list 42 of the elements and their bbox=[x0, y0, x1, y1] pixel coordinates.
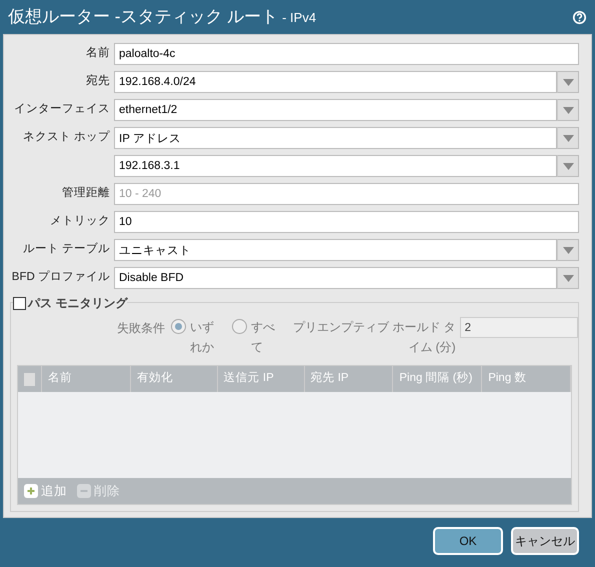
field-label: 名前 bbox=[85, 46, 111, 62]
field-label: ルート テーブル bbox=[22, 242, 111, 258]
field-label: BFD プロファイル bbox=[10, 269, 111, 286]
input-field[interactable]: paloalto-4c bbox=[114, 43, 579, 65]
dropdown-button[interactable] bbox=[557, 127, 579, 149]
input-field[interactable]: 10 bbox=[114, 211, 579, 233]
dropdown-button[interactable] bbox=[557, 155, 579, 177]
dropdown-field[interactable]: Disable BFD bbox=[114, 267, 557, 289]
dropdown-arrow-icon bbox=[562, 162, 574, 170]
dropdown-field[interactable]: ethernet1/2 bbox=[114, 99, 557, 121]
dropdown-button[interactable] bbox=[557, 99, 579, 121]
field-label: イム (分) bbox=[408, 339, 456, 356]
radio-label: いずれか bbox=[190, 319, 215, 356]
field-label: プリエンプティブ ホールド タ bbox=[293, 319, 456, 336]
dropdown-button[interactable] bbox=[557, 267, 579, 289]
dropdown-button[interactable] bbox=[557, 239, 579, 261]
field-label: ネクスト ホップ bbox=[22, 129, 111, 146]
dropdown-field[interactable]: 192.168.4.0/24 bbox=[114, 71, 557, 93]
minus-icon bbox=[77, 484, 91, 498]
ok-button[interactable]: OK bbox=[433, 527, 503, 555]
input-field[interactable]: 10 - 240 bbox=[114, 183, 579, 205]
section-title: パス モニタリング bbox=[28, 295, 128, 312]
window-subtitle: - IPv4 bbox=[282, 9, 316, 28]
radio-label: すべて bbox=[251, 319, 276, 356]
cancel-button[interactable]: キャンセル bbox=[511, 527, 579, 555]
dropdown-field[interactable]: IP アドレス bbox=[114, 127, 557, 149]
field-label: インターフェイス bbox=[13, 102, 111, 118]
field-label: 宛先 bbox=[85, 73, 111, 90]
dropdown-arrow-icon bbox=[562, 246, 574, 254]
dropdown-arrow-icon bbox=[562, 274, 574, 282]
plus-icon bbox=[24, 484, 38, 498]
dropdown-button[interactable] bbox=[557, 71, 579, 93]
dropdown-arrow-icon bbox=[562, 106, 574, 114]
dropdown-arrow-icon bbox=[562, 134, 574, 142]
field-label: 管理距離 bbox=[61, 186, 111, 202]
dropdown-field[interactable]: ユニキャスト bbox=[114, 239, 557, 261]
help-icon[interactable] bbox=[572, 10, 587, 24]
field-label: 失敗条件 bbox=[117, 320, 165, 337]
dropdown-arrow-icon bbox=[562, 78, 574, 86]
window-title: 仮想ルーター -スタティック ルート bbox=[8, 6, 278, 28]
field-label: メトリック bbox=[49, 214, 111, 230]
dropdown-field[interactable]: 192.168.3.1 bbox=[114, 155, 557, 177]
